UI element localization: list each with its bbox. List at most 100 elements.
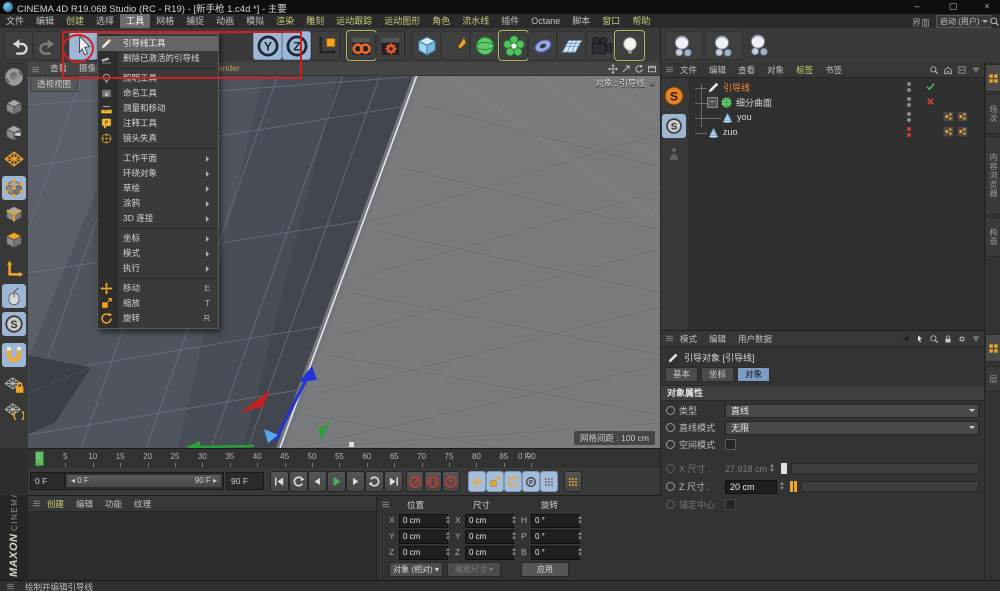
input-Z 尺寸 .[interactable]: 20 cm	[725, 480, 777, 494]
coord-pos-X-input[interactable]: 0 cm	[399, 514, 448, 528]
om-menu-文件[interactable]: 文件	[674, 64, 703, 76]
keyframe-ring-icon[interactable]	[666, 406, 675, 415]
key-scale-button[interactable]	[486, 471, 504, 492]
redo-button[interactable]	[33, 31, 62, 60]
view-label[interactable]: 透视视图	[30, 76, 78, 92]
select-直线模式[interactable]: 无限	[725, 421, 979, 435]
menu-动画[interactable]: 动画	[210, 14, 240, 28]
om-menu-标签[interactable]: 标签	[790, 64, 819, 76]
object-row-you[interactable]: you	[689, 110, 985, 124]
display-mode-a-button[interactable]	[665, 31, 703, 60]
menu-选择[interactable]: 选择	[90, 14, 120, 28]
live-selection-button[interactable]	[69, 31, 98, 60]
menu-雕刻[interactable]: 雕刻	[300, 14, 330, 28]
magnifier-icon[interactable]	[929, 65, 939, 75]
deformers-button[interactable]	[528, 31, 557, 60]
current-frame-input[interactable]: 0 F	[30, 472, 66, 490]
checkbox-锚定中心[interactable]	[725, 499, 736, 510]
go-to-start-button[interactable]	[270, 471, 289, 492]
visibility-dots[interactable]	[907, 81, 911, 93]
menu-渲染[interactable]: 渲染	[270, 14, 300, 28]
guide-anchor[interactable]	[349, 442, 354, 447]
menu-窗口[interactable]: 窗口	[596, 14, 626, 28]
filter-icon[interactable]	[971, 65, 981, 75]
display-mode-b-button[interactable]	[705, 31, 743, 60]
key-rotation-button[interactable]	[504, 471, 522, 492]
keyframe-ring-icon[interactable]	[666, 500, 675, 509]
filter-icon[interactable]	[971, 334, 981, 344]
om-menu-查看[interactable]: 查看	[732, 64, 761, 76]
model-mode-button[interactable]	[2, 95, 26, 119]
key-parameter-button[interactable]: P	[522, 471, 540, 492]
make-editable-button[interactable]	[2, 65, 26, 89]
viewport-solo-button[interactable]: S	[2, 312, 26, 336]
tag-icon[interactable]	[943, 126, 954, 137]
tools-menu-模式[interactable]: 模式	[98, 246, 218, 261]
tag-icon[interactable]	[957, 111, 968, 122]
minimize-button[interactable]: –	[906, 0, 928, 13]
render-view-button[interactable]	[347, 31, 376, 60]
mat-menu-编辑[interactable]: 编辑	[70, 498, 99, 510]
end-frame-input[interactable]: 90 F	[226, 472, 264, 490]
display-mode-c-button[interactable]	[749, 34, 771, 56]
tools-menu-移动[interactable]: 移动E	[98, 281, 218, 296]
maximize-button[interactable]: ▢	[942, 0, 964, 13]
viewport-menu-prorender[interactable]: ender	[218, 62, 240, 75]
close-icon[interactable]: ✕	[649, 78, 656, 88]
coord-rot-P-input[interactable]: 0 °	[531, 530, 580, 544]
tools-menu-3D 连接[interactable]: 3D 连接	[98, 211, 218, 226]
keyframe-ring-icon[interactable]	[666, 482, 675, 491]
menu-捕捉[interactable]: 捕捉	[180, 14, 210, 28]
coord-size-Z-input[interactable]: 0 cm	[465, 546, 514, 560]
lock-icon[interactable]	[943, 334, 953, 344]
keying-options-button[interactable]	[564, 471, 582, 492]
nav-rotate[interactable]	[634, 64, 644, 74]
select-类型[interactable]: 直线	[725, 404, 979, 418]
add-cube-button[interactable]	[412, 31, 441, 60]
enabled-check-icon[interactable]	[925, 81, 936, 92]
value-slider[interactable]	[801, 481, 979, 492]
am-menu-编辑[interactable]: 编辑	[703, 333, 732, 345]
om-menu-对象[interactable]: 对象	[761, 64, 790, 76]
coordinate-system-button[interactable]	[311, 31, 340, 60]
previous-frame-button[interactable]	[308, 471, 327, 492]
menu-模拟[interactable]: 模拟	[240, 14, 270, 28]
key-psr-button[interactable]	[540, 471, 558, 492]
menu-创建[interactable]: 创建	[60, 14, 90, 28]
dock-tab-场次[interactable]: 场次	[985, 94, 1000, 134]
workplane-transform-button[interactable]	[2, 398, 26, 422]
dock-tab-attributes[interactable]	[985, 334, 1000, 362]
dock-tab-构造[interactable]: 构造	[985, 217, 1000, 257]
visibility-dots[interactable]	[907, 111, 911, 123]
lock-workplane-button[interactable]	[2, 372, 26, 396]
attr-tab-坐标[interactable]: 坐标	[701, 367, 734, 382]
lock-y-axis-button[interactable]: Y	[253, 31, 282, 60]
visibility-dots[interactable]	[907, 126, 911, 138]
figure-badge[interactable]	[666, 146, 682, 162]
tools-menu-测量和移动[interactable]: 测量和移动	[98, 101, 218, 116]
tools-menu-命名工具[interactable]: a命名工具	[98, 86, 218, 101]
menu-网格[interactable]: 网格	[150, 14, 180, 28]
mat-menu-创建[interactable]: 创建	[41, 498, 70, 510]
tools-menu-镜头失真[interactable]: 镜头失真	[98, 131, 218, 146]
timeline-ruler[interactable]: 0 F 051015202530354045505560657075808590	[28, 448, 660, 470]
menu-运动跟踪[interactable]: 运动跟踪	[330, 14, 378, 28]
tools-menu-引导线工具[interactable]: 引导线工具	[98, 36, 218, 51]
disabled-cross-icon[interactable]	[925, 96, 936, 107]
undo-button[interactable]	[4, 31, 33, 60]
edges-mode-button[interactable]	[2, 202, 26, 226]
light-button[interactable]	[615, 31, 644, 60]
viewport-menu-查看[interactable]: 查看	[44, 62, 73, 75]
autokey-button[interactable]	[424, 471, 442, 492]
coord-mode-select[interactable]: 对象 (相对) ▾	[389, 562, 443, 577]
key-position-button[interactable]	[468, 471, 486, 492]
tools-menu-缩放[interactable]: 缩放T	[98, 296, 218, 311]
cursor-white-icon[interactable]	[915, 334, 925, 344]
magnifier-icon[interactable]	[929, 334, 939, 344]
play-loop-button[interactable]	[289, 471, 308, 492]
tools-menu-坐标[interactable]: 坐标	[98, 231, 218, 246]
object-row-细分曲面[interactable]: –细分曲面	[689, 95, 985, 109]
tools-menu-旋转[interactable]: 旋转R	[98, 311, 218, 326]
keyframe-ring-icon[interactable]	[666, 464, 675, 473]
tools-menu-环绕对象[interactable]: 环绕对象	[98, 166, 218, 181]
